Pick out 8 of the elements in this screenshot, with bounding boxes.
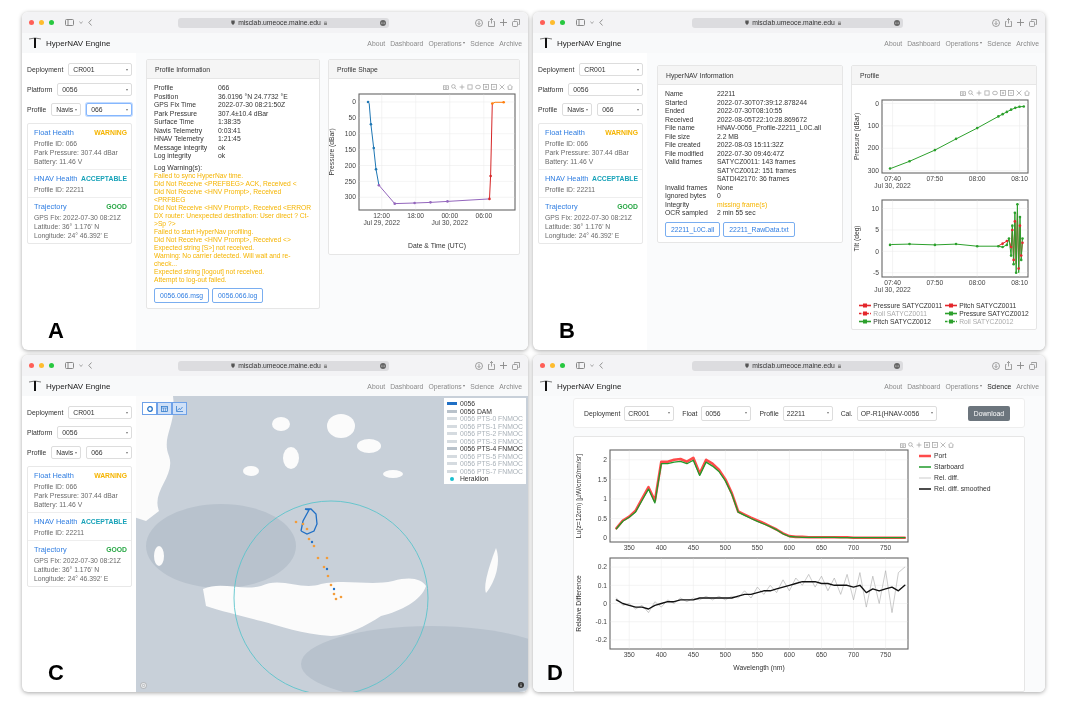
app-title: HyperNAV Engine xyxy=(46,38,111,48)
panel-letter: A xyxy=(48,318,64,344)
app-title: HyperNAV Engine xyxy=(46,381,111,391)
app-title: HyperNAV Engine xyxy=(557,381,622,391)
app-title: HyperNAV Engine xyxy=(557,38,622,48)
panel-letter: D xyxy=(547,660,563,686)
panel-letter: B xyxy=(559,318,575,344)
panel-letter: C xyxy=(48,660,64,686)
